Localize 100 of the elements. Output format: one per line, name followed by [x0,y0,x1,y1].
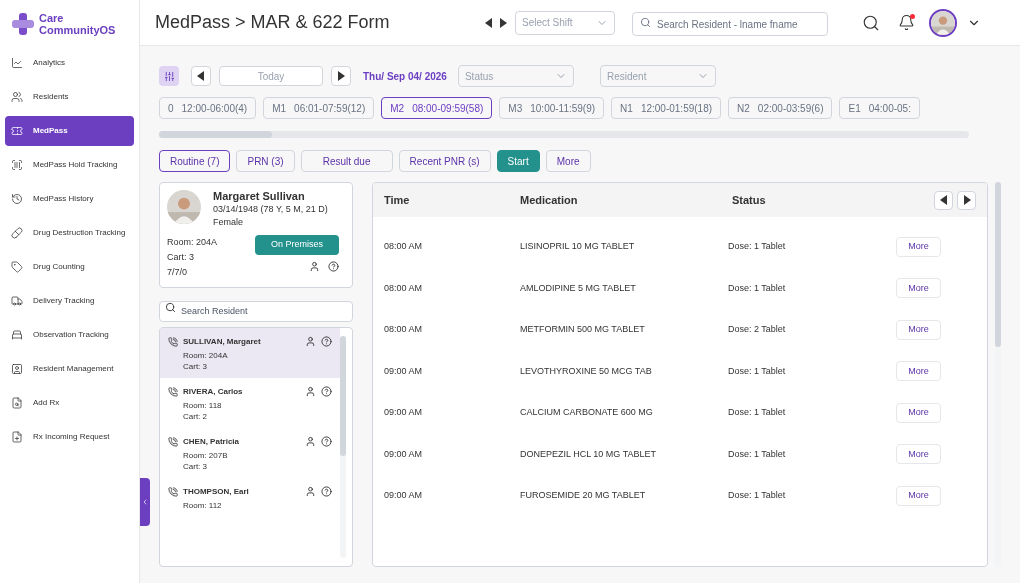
user-card-icon [11,363,23,375]
sidebar-item[interactable]: Drug Counting [5,252,134,282]
sidebar-item[interactable]: Resident Management [5,354,134,384]
search-icon[interactable] [862,13,880,32]
previous-day-button[interactable] [191,66,211,86]
resident-search-field[interactable]: Search Resident [159,300,353,322]
shift-tab[interactable]: M3 10:00-11:59(9) [499,97,605,119]
help-icon[interactable] [321,486,332,497]
user-icon[interactable] [305,386,316,397]
more-button[interactable]: More [896,444,941,465]
right-arrow-icon[interactable] [337,71,345,81]
user-icon[interactable] [305,336,316,347]
action-button[interactable]: More [545,150,591,172]
file-search-icon [11,397,23,409]
room-text: Room: 204A [183,350,229,361]
more-button[interactable]: More [896,236,941,257]
status-badge: On Premises [255,235,339,255]
status-cell-text: Dose: 1 Tablet [728,406,787,419]
action-button[interactable]: Start [496,150,540,172]
next-arrow-icon[interactable] [499,17,507,28]
phone-icon [168,337,178,347]
sidebar-item[interactable]: MedPass Hold Tracking [5,150,134,180]
sidebar-item[interactable]: Rx Incoming Request [5,422,134,452]
right-arrow-icon[interactable] [962,195,971,205]
page-title: MedPass > MAR & 622 Form [155,11,391,34]
status-cell-text: Dose: 1 Tablet [728,281,787,295]
user-icon[interactable] [305,436,316,447]
room-text: Room: 204A [167,236,218,249]
status-cell-text: Dose: 1 Tablet [728,240,787,253]
more-button[interactable]: More [896,485,941,506]
previous-arrow-icon[interactable] [485,17,493,28]
user-icon[interactable] [309,260,320,272]
sidebar-item[interactable]: MedPass [5,116,134,146]
shift-tab[interactable]: 0 12:00-06:00(4) [159,97,257,119]
help-icon[interactable] [321,336,332,347]
horizontal-scrollbar[interactable] [159,131,969,138]
sidebar-item[interactable]: MedPass History [5,184,134,214]
shift-tab[interactable]: N2 02:00-03:59(6) [728,97,833,119]
next-column-button[interactable] [957,190,976,210]
action-button[interactable]: Routine (7) [159,150,231,172]
phone-icon [168,387,178,397]
phone-icon [168,487,178,497]
sidebar-item[interactable]: Add Rx [5,388,134,418]
room-text: Room: 112 [183,500,223,511]
help-icon[interactable] [321,386,332,397]
vertical-scrollbar[interactable] [340,336,346,558]
sidebar-item[interactable]: Delivery Tracking [5,286,134,316]
resident-name: SULLIVAN, Margaret [183,336,262,347]
notification-bell-icon[interactable] [898,14,915,31]
more-button[interactable]: More [896,319,941,340]
cart-text: Cart: 3 [183,461,208,472]
users-icon [11,91,23,103]
vertical-scrollbar[interactable] [995,182,1001,567]
previous-column-button[interactable] [934,190,953,210]
left-arrow-icon[interactable] [939,195,948,205]
cart-text: Cart: 3 [183,361,208,372]
column-header: Medication [520,192,579,208]
help-icon[interactable] [328,260,339,272]
column-header: Time [384,192,411,208]
next-day-button[interactable] [331,66,351,86]
time-cell-text: 08:00 AM [384,323,424,336]
medication-cell-text: METFORMIN 500 MG TABLET [520,323,646,336]
status-cell-text: Dose: 1 Tablet [728,489,787,502]
left-arrow-icon[interactable] [197,71,205,81]
sidebar-item[interactable]: Drug Destruction Tracking [5,218,134,248]
tag-icon [11,261,23,273]
chart-icon [11,57,23,69]
action-button[interactable]: Result due [300,150,393,172]
current-date: Thu/ Sep 04/ 2026 [363,69,447,84]
medication-cell-text: CALCIUM CARBONATE 600 MG [520,406,654,419]
sidebar-item[interactable]: Observation Tracking [5,320,134,350]
column-header: Status [732,192,767,208]
shift-tab[interactable]: M2 08:00-09:59(58) [381,97,493,119]
sidebar-item[interactable]: Residents [5,82,134,112]
shift-tab[interactable]: N1 12:00-01:59(18) [611,97,722,119]
action-button[interactable]: PRN (3) [236,150,295,172]
more-button[interactable]: More [896,278,941,299]
resident-name: Margaret Sullivan [213,190,306,203]
sidebar-item[interactable]: Analytics [5,48,134,78]
action-button[interactable]: Recent PNR (s) [398,150,491,172]
help-icon[interactable] [321,436,332,447]
user-icon[interactable] [305,486,316,497]
cart-text: Cart: 2 [183,411,208,422]
medication-cell-text: LISINOPRIL 10 MG TABLET [520,240,636,253]
shift-tab[interactable]: M1 06:01-07:59(12) [263,97,375,119]
resident-gender: Female [213,216,244,229]
shift-tab[interactable]: E1 04:00-05: [839,97,920,119]
ticket-icon [11,125,23,137]
time-cell-text: 08:00 AM [384,281,424,295]
more-button[interactable]: More [896,361,941,382]
resident-name: THOMPSON, Earl [183,486,250,497]
cart-text: Cart: 3 [167,251,195,264]
time-cell-text: 09:00 AM [384,364,424,378]
filter-button[interactable] [159,66,179,86]
brand-name: CommunityOS [39,24,116,36]
more-button[interactable]: More [896,402,941,423]
resident-list-item[interactable]: SULLIVAN, Margaret Room: 204A Cart: 3 [160,328,340,378]
file-plus-icon [11,431,23,443]
collapse-tab[interactable] [140,478,150,526]
search-field[interactable]: Search Resident - lname fname [632,12,828,36]
